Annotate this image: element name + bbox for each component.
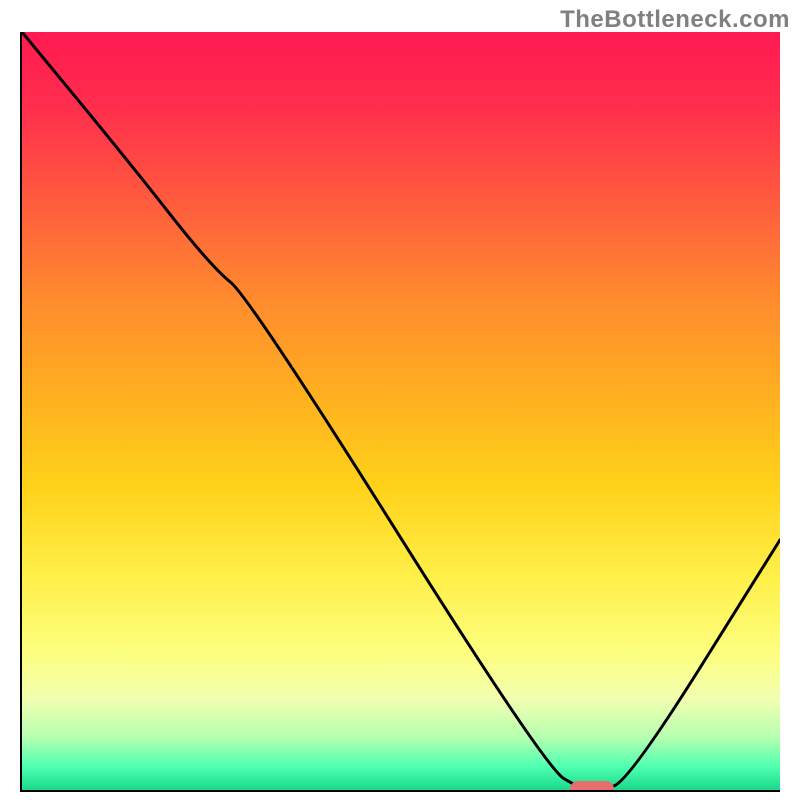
watermark-text: TheBottleneck.com xyxy=(560,6,790,34)
optimal-marker xyxy=(570,781,614,792)
plot-area xyxy=(20,32,780,792)
chart-container: TheBottleneck.com xyxy=(0,0,800,800)
bottleneck-curve xyxy=(22,32,780,790)
curve-path xyxy=(22,32,780,790)
